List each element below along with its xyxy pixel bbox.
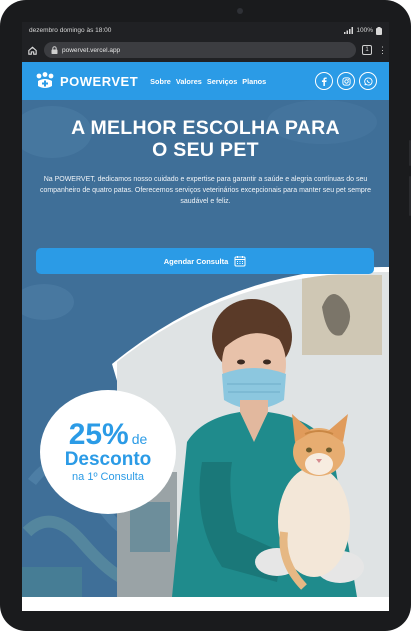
home-icon[interactable] [27,45,38,56]
calendar-icon [234,256,246,267]
screen: dezembro domingo às 18:00 100% powervet.… [22,22,389,611]
hero-description: Na POWERVET, dedicamos nosso cuidado e e… [39,176,372,206]
hero-title: A MELHOR ESCOLHA PARA O SEU PET [22,117,389,161]
hero-title-line1: A MELHOR ESCOLHA PARA [71,117,340,139]
tablet-frame: dezembro domingo às 18:00 100% powervet.… [0,0,411,631]
battery-icon [376,26,382,35]
front-camera [237,8,243,14]
nav-link-sobre[interactable]: Sobre [150,77,171,86]
powervet-logo-icon [36,72,54,88]
cta-label: Agendar Consulta [163,256,229,266]
lock-icon [51,46,58,54]
web-page: POWERVET Sobre Valores Serviços Planos A… [22,62,389,597]
status-datetime: dezembro domingo às 18:00 [29,27,112,34]
discount-de: de [131,431,148,447]
tab-count: 1 [365,47,369,53]
logo[interactable]: POWERVET [34,72,138,90]
nav-link-planos[interactable]: Planos [242,77,266,86]
discount-label: Desconto [64,449,152,470]
tab-switcher-button[interactable]: 1 [362,45,372,55]
discount-headline: 25% de [69,420,148,450]
battery-level: 100% [356,27,373,34]
whatsapp-icon[interactable] [359,72,377,90]
signal-icon [344,27,354,34]
instagram-icon[interactable] [337,72,355,90]
discount-condition: na 1º Consulta [72,471,144,483]
discount-percent: 25% [68,418,129,451]
site-navbar: POWERVET Sobre Valores Serviços Planos [22,62,389,100]
status-indicators: 100% [344,26,382,35]
logo-text: POWERVET [60,73,139,89]
nav-link-servicos[interactable]: Serviços [207,77,237,86]
schedule-appointment-button[interactable]: Agendar Consulta [36,248,374,274]
status-bar: dezembro domingo às 18:00 100% [22,22,389,39]
nav-link-valores[interactable]: Valores [176,77,202,86]
facebook-icon[interactable] [315,72,333,90]
more-menu-icon[interactable]: ⋮ [378,45,387,55]
hero-title-line2: O SEU PET [152,139,259,161]
nav-links: Sobre Valores Serviços Planos [150,77,266,86]
address-bar[interactable]: powervet.vercel.app [44,42,356,58]
url-text: powervet.vercel.app [62,46,121,54]
browser-toolbar: powervet.vercel.app 1 ⋮ [22,39,389,61]
page-bottom-strip [22,597,389,611]
social-links [315,72,377,90]
discount-badge: 25% de Desconto na 1º Consulta [40,390,176,514]
